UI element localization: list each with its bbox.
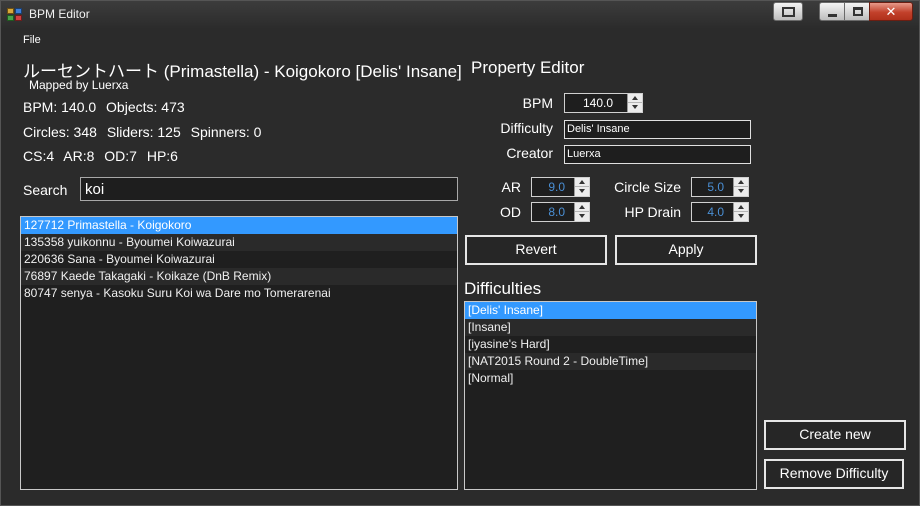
app-icon xyxy=(7,8,23,22)
beatmap-list-item[interactable]: 80747 senya - Kasoku Suru Koi wa Dare mo… xyxy=(21,285,457,302)
bpm-up-arrow-icon[interactable] xyxy=(628,94,642,103)
create-new-button-label: Create new xyxy=(799,426,871,442)
info-line-counts: Circles: 348 Sliders: 125 Spinners: 0 xyxy=(23,124,267,140)
hp-drain-down-arrow-icon[interactable] xyxy=(734,212,748,221)
beatmap-list-item[interactable]: 135358 yuikonnu - Byoumei Koiwazurai xyxy=(21,234,457,251)
ar-stepper-arrows xyxy=(574,178,589,196)
search-input[interactable] xyxy=(80,177,458,201)
creator-label: Creator xyxy=(506,145,553,161)
spinners-stat: Spinners: 0 xyxy=(190,124,262,140)
maximize-icon xyxy=(853,7,863,16)
beatmap-list[interactable]: 127712 Primastella - Koigokoro 135358 yu… xyxy=(20,216,458,490)
difficulty-list-item[interactable]: [Normal] xyxy=(465,370,756,387)
creator-field[interactable]: Luerxa xyxy=(564,145,751,164)
ar-stepper[interactable]: 9.0 xyxy=(531,177,590,197)
cs-stat: CS:4 xyxy=(23,148,55,164)
ar-stat: AR:8 xyxy=(63,148,95,164)
bpm-down-arrow-icon[interactable] xyxy=(628,103,642,112)
info-line-settings: CS:4 AR:8 OD:7 HP:6 xyxy=(23,148,184,164)
bpm-stepper-arrows xyxy=(627,94,642,112)
bpm-stat: BPM: 140.0 xyxy=(23,99,97,115)
difficulty-list-item[interactable]: [Delis' Insane] xyxy=(465,302,756,319)
apply-button[interactable]: Apply xyxy=(615,235,757,265)
hp-drain-label: HP Drain xyxy=(624,204,681,220)
property-editor-title: Property Editor xyxy=(471,58,585,77)
difficulties-title: Difficulties xyxy=(464,279,542,298)
bpm-label: BPM xyxy=(522,95,553,111)
sliders-stat: Sliders: 125 xyxy=(106,124,181,140)
hp-stat: HP:6 xyxy=(146,148,178,164)
close-icon: ✕ xyxy=(885,4,897,19)
window-extra-button[interactable] xyxy=(773,2,803,21)
bpm-stepper[interactable]: 140.0 xyxy=(564,93,643,113)
ar-label: AR xyxy=(501,179,521,195)
od-value: 8.0 xyxy=(548,205,565,219)
mapper-label: Mapped by Luerxa xyxy=(29,78,129,92)
circle-size-up-arrow-icon[interactable] xyxy=(734,178,748,187)
ar-up-arrow-icon[interactable] xyxy=(575,178,589,187)
title-bar[interactable]: BPM Editor ✕ xyxy=(1,1,919,29)
circle-size-stepper[interactable]: 5.0 xyxy=(691,177,749,197)
hp-drain-value: 4.0 xyxy=(707,205,724,219)
info-line-bpm-objects: BPM: 140.0 Objects: 473 xyxy=(23,99,191,115)
objects-stat: Objects: 473 xyxy=(106,99,185,115)
od-down-arrow-icon[interactable] xyxy=(575,212,589,221)
beatmap-list-item[interactable]: 220636 Sana - Byoumei Koiwazurai xyxy=(21,251,457,268)
difficulty-list-item[interactable]: [NAT2015 Round 2 - DoubleTime] xyxy=(465,353,756,370)
bpm-value: 140.0 xyxy=(582,96,613,110)
remove-difficulty-button[interactable]: Remove Difficulty xyxy=(764,459,904,489)
circle-size-down-arrow-icon[interactable] xyxy=(734,187,748,196)
difficulty-list[interactable]: [Delis' Insane] [Insane] [iyasine's Hard… xyxy=(464,301,757,490)
od-stepper[interactable]: 8.0 xyxy=(531,202,590,222)
circle-size-label: Circle Size xyxy=(614,179,681,195)
close-button[interactable]: ✕ xyxy=(869,2,913,21)
od-up-arrow-icon[interactable] xyxy=(575,203,589,212)
menu-file[interactable]: File xyxy=(23,34,41,46)
difficulty-label: Difficulty xyxy=(500,120,553,136)
difficulty-field[interactable]: Delis' Insane xyxy=(564,120,751,139)
window-title: BPM Editor xyxy=(29,7,90,21)
remove-difficulty-button-label: Remove Difficulty xyxy=(779,465,889,481)
app-window: BPM Editor ✕ File ルーセントハート (Primastella)… xyxy=(0,0,920,506)
circle-size-value: 5.0 xyxy=(707,180,724,194)
od-stepper-arrows xyxy=(574,203,589,221)
revert-button-label: Revert xyxy=(515,241,557,257)
beatmap-list-item[interactable]: 76897 Kaede Takagaki - Koikaze (DnB Remi… xyxy=(21,268,457,285)
menu-bar: File xyxy=(9,29,911,51)
search-label: Search xyxy=(23,182,68,198)
difficulty-list-item[interactable]: [iyasine's Hard] xyxy=(465,336,756,353)
window-icon xyxy=(782,7,795,17)
maximize-button[interactable] xyxy=(844,2,870,21)
hp-drain-up-arrow-icon[interactable] xyxy=(734,203,748,212)
apply-button-label: Apply xyxy=(668,241,704,257)
hp-drain-stepper[interactable]: 4.0 xyxy=(691,202,749,222)
minimize-icon xyxy=(828,14,837,17)
ar-value: 9.0 xyxy=(548,180,565,194)
difficulty-list-item[interactable]: [Insane] xyxy=(465,319,756,336)
circle-size-stepper-arrows xyxy=(733,178,748,196)
ar-down-arrow-icon[interactable] xyxy=(575,187,589,196)
hp-drain-stepper-arrows xyxy=(733,203,748,221)
circles-stat: Circles: 348 xyxy=(23,124,97,140)
create-new-button[interactable]: Create new xyxy=(764,420,906,450)
revert-button[interactable]: Revert xyxy=(465,235,607,265)
od-stat: OD:7 xyxy=(104,148,137,164)
beatmap-list-item[interactable]: 127712 Primastella - Koigokoro xyxy=(21,217,457,234)
minimize-button[interactable] xyxy=(819,2,845,21)
od-label: OD xyxy=(500,204,521,220)
